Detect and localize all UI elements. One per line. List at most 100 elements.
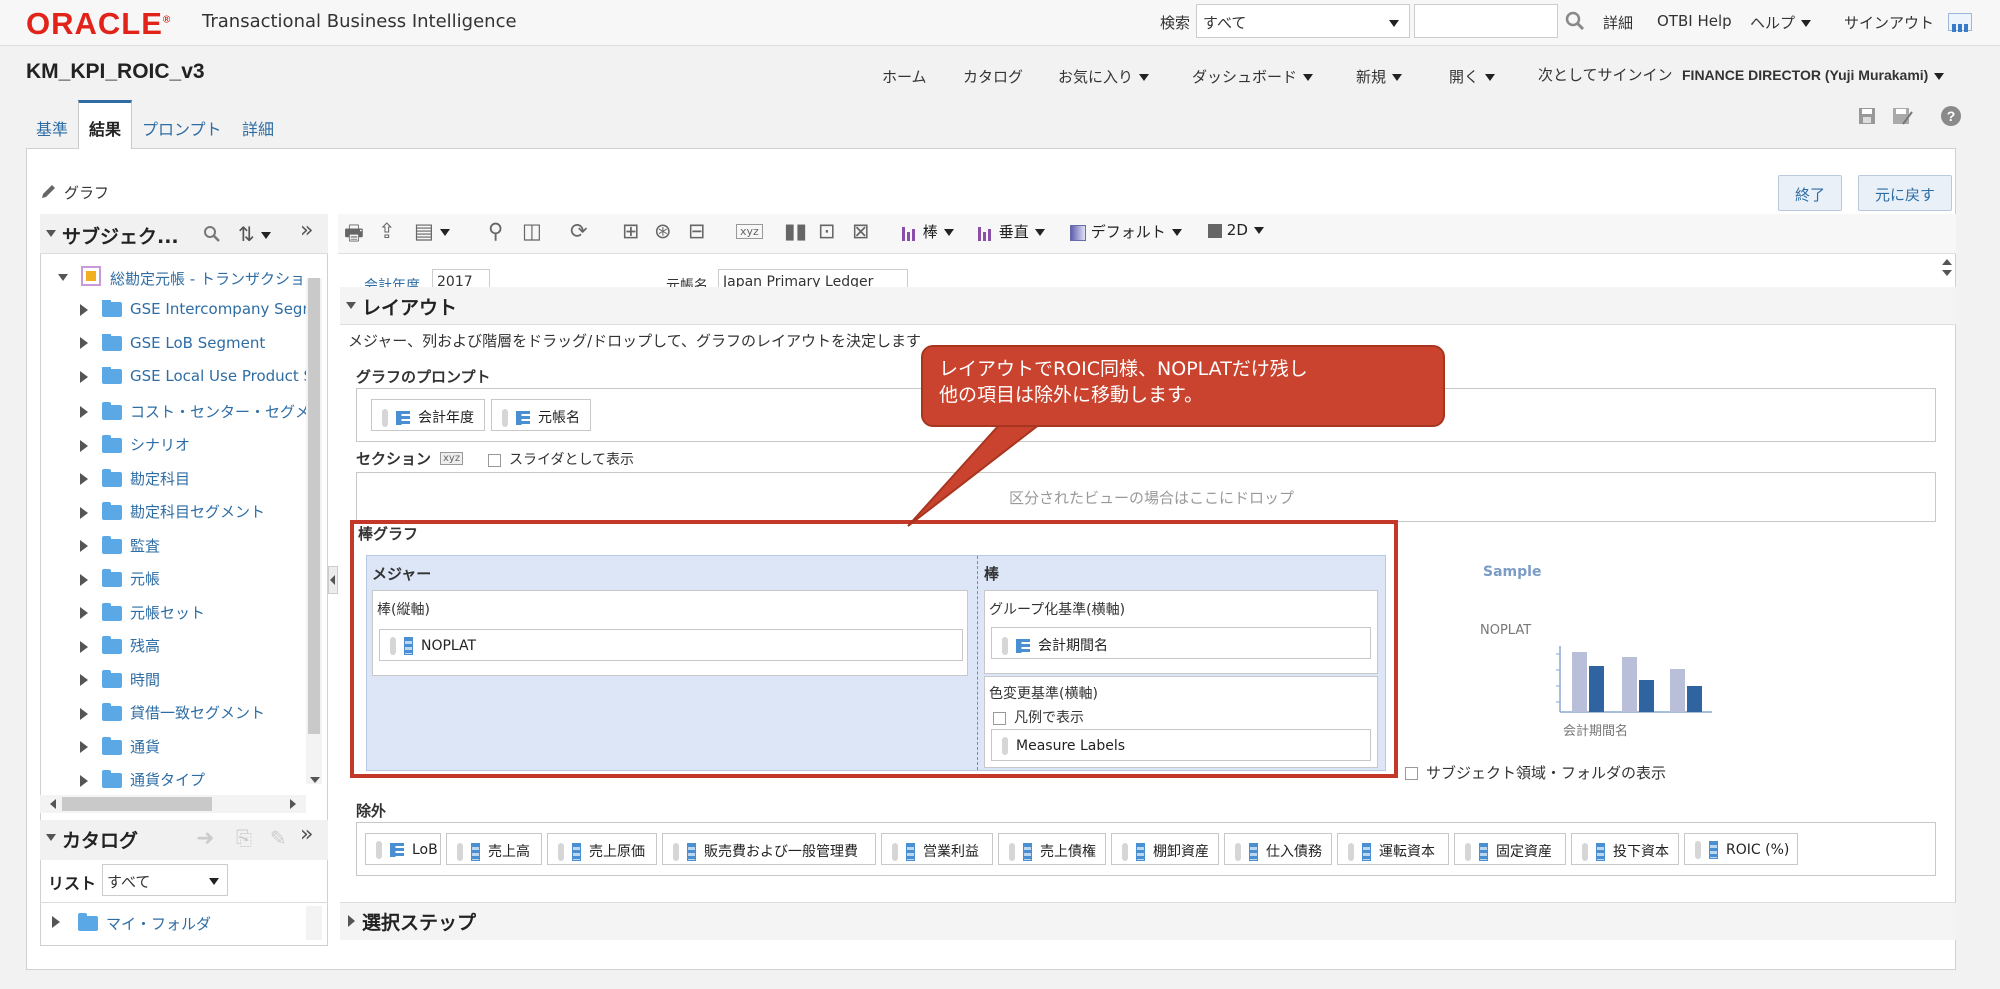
tree-folder-item[interactable]: コスト・センター・セグメ xyxy=(80,401,306,429)
group-icon[interactable]: ⊛ xyxy=(654,219,672,243)
selection-steps-header[interactable] xyxy=(340,902,1956,940)
nav-catalog[interactable]: カタログ xyxy=(963,66,1023,87)
tree-expand-icon[interactable] xyxy=(80,370,88,383)
ledger-select[interactable]: Japan Primary Ledger xyxy=(718,269,908,287)
drag-handle-icon[interactable] xyxy=(1009,843,1015,861)
drag-handle-icon[interactable] xyxy=(1695,841,1701,859)
hscroll-thumb[interactable] xyxy=(62,797,212,811)
tree-folder-item[interactable]: GSE Local Use Product Se xyxy=(80,367,306,395)
excluded-chip[interactable]: LoB xyxy=(365,833,441,865)
tree-expand-icon[interactable] xyxy=(80,573,88,586)
show-subject-folders-checkbox[interactable]: サブジェクト領域・フォルダの表示 xyxy=(1405,762,1666,783)
drag-handle-icon[interactable] xyxy=(892,843,898,861)
excluded-chip[interactable]: 売上原価 xyxy=(547,833,657,865)
excluded-chip[interactable]: 仕入債務 xyxy=(1224,833,1332,865)
format-icon[interactable]: ▤ xyxy=(414,219,450,243)
xyz-icon[interactable]: xyz xyxy=(736,224,763,239)
excluded-chip[interactable]: ROIC (%) xyxy=(1684,833,1798,865)
panel-splitter[interactable] xyxy=(328,566,338,594)
tab-prompts[interactable]: プロンプト xyxy=(134,108,230,148)
slider-checkbox[interactable]: スライダとして表示 xyxy=(488,449,634,469)
style-dropdown[interactable]: デフォルト xyxy=(1070,221,1182,242)
tab-advanced[interactable]: 詳細 xyxy=(234,108,282,148)
tab-results[interactable]: 結果 xyxy=(78,100,133,149)
user-menu[interactable]: FINANCE DIRECTOR (Yuji Murakami) xyxy=(1682,67,1945,84)
help-menu[interactable]: ヘルプ xyxy=(1750,12,1812,33)
tree-folder-item[interactable]: 元帳セット xyxy=(80,602,306,630)
catalog-scrollbar[interactable] xyxy=(306,906,322,940)
collapse-icon[interactable] xyxy=(46,230,56,237)
drag-handle-icon[interactable] xyxy=(502,409,508,427)
tree-expand-icon[interactable] xyxy=(80,337,88,349)
tree-expand-icon[interactable] xyxy=(80,303,88,316)
search-scope-select[interactable]: すべて xyxy=(1196,4,1410,38)
sort-icon[interactable]: ⇅ xyxy=(238,222,271,246)
excluded-chip[interactable]: 販売費および一般管理費 xyxy=(662,833,876,865)
search-input[interactable] xyxy=(1414,4,1558,38)
checkbox[interactable] xyxy=(1405,767,1418,780)
nav-favorites[interactable]: お気に入り xyxy=(1058,66,1150,87)
drag-handle-icon[interactable] xyxy=(457,843,463,861)
orientation-dropdown[interactable]: 垂直 xyxy=(978,221,1045,242)
zoom-icon[interactable]: ⊡ xyxy=(818,219,836,243)
tree-folder-item[interactable]: 貸借一致セグメント xyxy=(80,702,306,730)
tree-folder-item[interactable]: 時間 xyxy=(80,669,306,697)
tree-expand-icon[interactable] xyxy=(80,707,88,720)
refresh-icon[interactable]: ⟳ xyxy=(570,219,588,243)
checkbox[interactable] xyxy=(488,453,501,467)
tree-folder-item[interactable]: 残高 xyxy=(80,635,306,663)
tree-folder-item[interactable]: 通貨 xyxy=(80,736,306,764)
search-icon[interactable] xyxy=(203,225,221,243)
nav-new[interactable]: 新規 xyxy=(1356,66,1403,87)
tree-expand-icon[interactable] xyxy=(80,473,88,485)
search-icon[interactable] xyxy=(1565,11,1585,31)
excluded-chip[interactable]: 売上債権 xyxy=(998,833,1106,865)
tree-expand-icon[interactable] xyxy=(80,640,88,653)
scroll-left-icon[interactable] xyxy=(50,799,56,809)
scroll-down-icon[interactable] xyxy=(310,777,320,783)
nav-home[interactable]: ホーム xyxy=(882,66,927,87)
tree-expand-icon[interactable] xyxy=(80,439,88,452)
nav-dashboards[interactable]: ダッシュボード xyxy=(1192,66,1314,87)
tree-folder-item[interactable]: 勘定科目 xyxy=(80,468,306,496)
new-calc-icon[interactable]: ⊞ xyxy=(622,219,640,243)
expand-panel-icon[interactable]: » xyxy=(300,218,313,243)
signout-link[interactable]: サインアウト xyxy=(1844,12,1934,33)
expand-icon[interactable] xyxy=(348,915,355,927)
column-chip[interactable]: 会計年度 xyxy=(371,399,485,431)
scroll-right-icon[interactable] xyxy=(290,799,296,809)
chart-settings-icon[interactable]: ⊠ xyxy=(852,219,870,243)
drag-handle-icon[interactable] xyxy=(558,843,564,861)
drag-handle-icon[interactable] xyxy=(673,843,679,861)
excluded-chip[interactable]: 営業利益 xyxy=(881,833,993,865)
drag-handle-icon[interactable] xyxy=(1235,843,1241,861)
help-icon[interactable]: ? xyxy=(1940,105,1962,127)
excluded-chip[interactable]: 運転資本 xyxy=(1337,833,1449,865)
nav-open[interactable]: 開く xyxy=(1449,66,1496,87)
save-icon[interactable] xyxy=(1857,106,1877,126)
move-icon[interactable]: ◫ xyxy=(522,219,542,243)
tree-collapse-icon[interactable] xyxy=(58,274,68,281)
collapse-icon[interactable] xyxy=(46,834,56,841)
drag-handle-icon[interactable] xyxy=(382,409,388,427)
selection-icon[interactable]: ⊟ xyxy=(688,219,706,243)
fiscal-year-select[interactable]: 2017 xyxy=(432,269,490,287)
drag-handle-icon[interactable] xyxy=(376,841,382,859)
chart-type-dropdown[interactable]: 棒 xyxy=(902,221,954,242)
sections-dropzone[interactable]: 区分されたビューの場合はここにドロップ xyxy=(356,472,1936,522)
preview-scrollbar[interactable] xyxy=(1938,255,1956,287)
subject-area-root[interactable]: 総勘定元帳 - トランザクション xyxy=(110,268,306,289)
properties-icon[interactable]: ⚲ xyxy=(488,219,503,243)
tree-folder-item[interactable]: 監査 xyxy=(80,535,306,563)
tab-criteria[interactable]: 基準 xyxy=(28,108,76,148)
bar-chart-icon[interactable]: ▮▮ xyxy=(784,219,807,243)
drag-handle-icon[interactable] xyxy=(1582,843,1588,861)
otbi-help-link[interactable]: OTBI Help xyxy=(1657,12,1732,30)
tree-expand-icon[interactable] xyxy=(80,506,88,519)
drag-handle-icon[interactable] xyxy=(1348,843,1354,861)
tree-folder-item[interactable]: 元帳 xyxy=(80,568,306,596)
export-icon[interactable]: ⇪ xyxy=(378,219,396,243)
layout-section-header[interactable] xyxy=(340,287,1956,325)
dimension-dropdown[interactable]: 2D xyxy=(1208,221,1264,239)
collapse-icon[interactable] xyxy=(346,302,356,309)
